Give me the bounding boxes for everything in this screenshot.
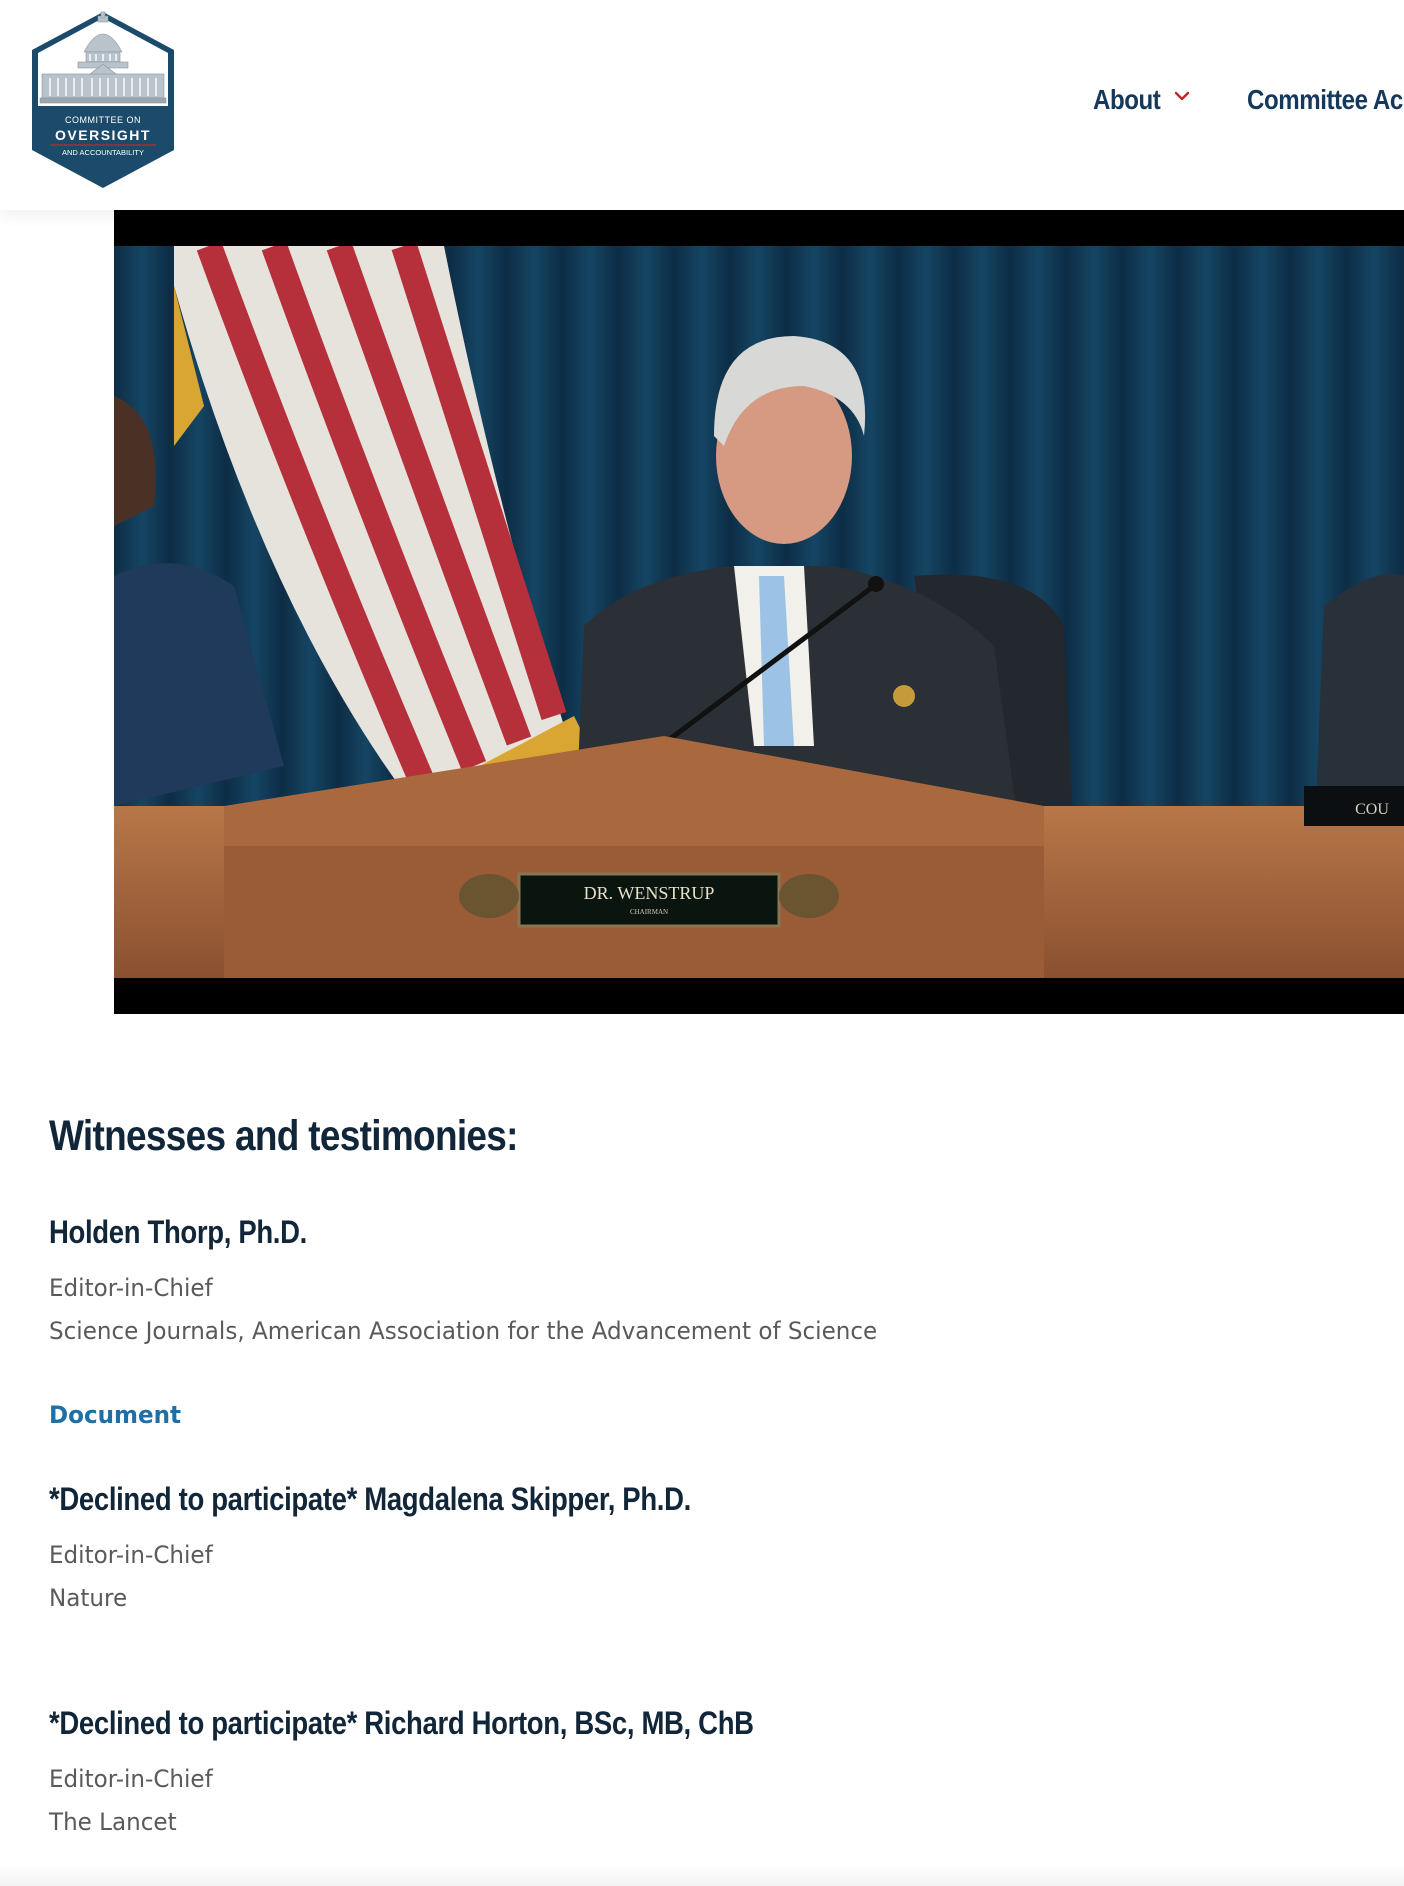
hearing-video-frame: COU DR. WENSTRUP CHAIRMAN <box>114 246 1404 978</box>
logo-line1: COMMITTEE ON <box>65 115 141 125</box>
document-link[interactable]: Document <box>49 1401 181 1429</box>
witness-role-1: Editor-in-Chief <box>49 1274 213 1302</box>
witness-name-3: *Declined to participate* Richard Horton… <box>49 1705 754 1741</box>
nameplate-sub: CHAIRMAN <box>630 908 668 916</box>
witness-org-3: The Lancet <box>49 1808 177 1836</box>
site-header: COMMITTEE ON OVERSIGHT AND ACCOUNTABILIT… <box>0 0 1404 210</box>
nameplate-main: DR. WENSTRUP <box>584 883 715 903</box>
nav-about[interactable]: About <box>1093 84 1161 116</box>
page-bottom-edge <box>0 1866 1404 1886</box>
witness-name-2: *Declined to participate* Magdalena Skip… <box>49 1481 691 1517</box>
logo-line2: OVERSIGHT <box>55 127 151 143</box>
witness-role-2: Editor-in-Chief <box>49 1541 213 1569</box>
witness-org-1: Science Journals, American Association f… <box>49 1317 878 1345</box>
logo-line3: AND ACCOUNTABILITY <box>62 148 144 157</box>
right-nameplate: COU <box>1355 801 1389 818</box>
committee-logo[interactable]: COMMITTEE ON OVERSIGHT AND ACCOUNTABILIT… <box>28 8 178 192</box>
main-nav: About Committee Ac <box>1093 84 1404 124</box>
witness-org-2: Nature <box>49 1584 128 1612</box>
capitol-dome-icon: COMMITTEE ON OVERSIGHT AND ACCOUNTABILIT… <box>32 11 174 188</box>
nav-committee-activity[interactable]: Committee Ac <box>1247 84 1403 116</box>
witnesses-heading: Witnesses and testimonies: <box>49 1112 519 1160</box>
chevron-down-icon[interactable] <box>1173 88 1191 104</box>
witness-name-1: Holden Thorp, Ph.D. <box>49 1214 307 1250</box>
hearing-video[interactable]: COU DR. WENSTRUP CHAIRMAN <box>114 210 1404 1014</box>
witness-role-3: Editor-in-Chief <box>49 1765 213 1793</box>
